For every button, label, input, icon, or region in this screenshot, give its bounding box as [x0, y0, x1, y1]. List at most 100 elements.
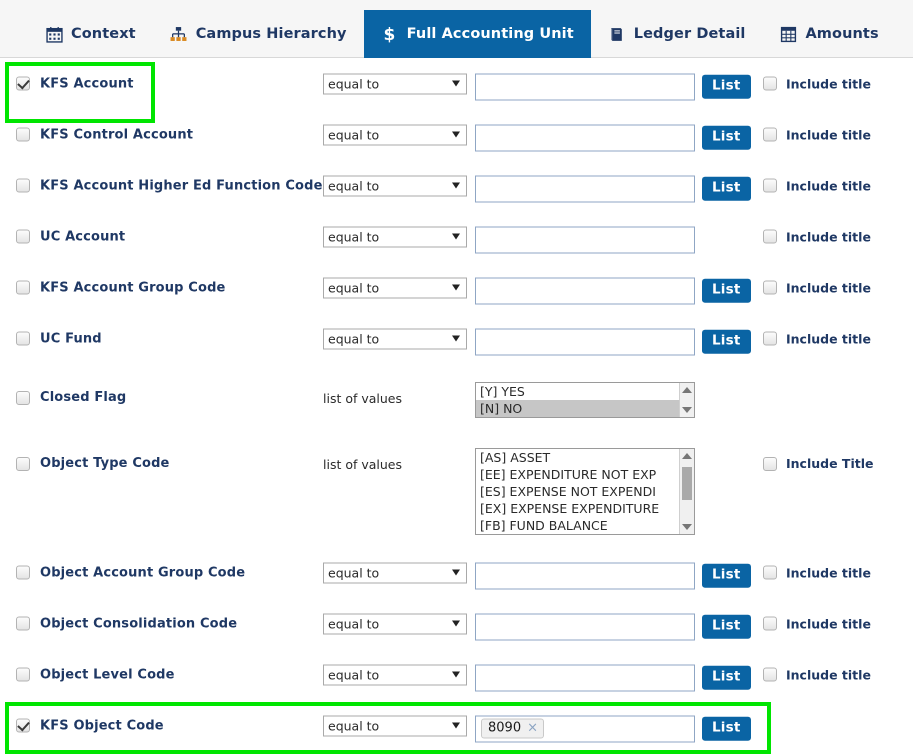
- operator-cell: equal to: [323, 562, 467, 583]
- list-button-object-account-group-code[interactable]: List: [702, 563, 751, 588]
- operator-select-uc-fund[interactable]: equal to: [323, 328, 467, 349]
- value-input-object-account-group-code[interactable]: [475, 562, 695, 589]
- scroll-up-arrow-icon[interactable]: [682, 453, 692, 459]
- checkbox-kfs-account-group-code[interactable]: [16, 280, 30, 295]
- value-input-kfs-object-code[interactable]: 8090 ×: [475, 715, 695, 742]
- chevron-down-icon: [452, 131, 460, 138]
- listbox-object-type-code[interactable]: [AS] ASSET [EE] EXPENDITURE NOT EXP [ES] E…: [475, 448, 695, 535]
- value-input-object-consolidation-code[interactable]: [475, 613, 695, 640]
- listbox-option[interactable]: [N] NO: [476, 400, 694, 417]
- include-title-cell: Include title: [763, 127, 871, 142]
- value-input-uc-fund[interactable]: [475, 328, 695, 355]
- listbox-closed-flag[interactable]: [Y] YES [N] NO: [475, 382, 695, 418]
- tab-ledger-detail[interactable]: Ledger Detail: [591, 10, 763, 58]
- operator-value: equal to: [328, 331, 380, 346]
- criteria-toggle-cell: UC Account: [16, 229, 125, 244]
- value-input-kfs-account-higher-ed-function-code[interactable]: [475, 175, 695, 202]
- include-title-checkbox-object-type-code[interactable]: [763, 456, 777, 471]
- operator-select-object-consolidation-code[interactable]: equal to: [323, 613, 467, 634]
- include-title-checkbox-kfs-account[interactable]: [763, 76, 777, 91]
- list-button-uc-fund[interactable]: List: [702, 329, 751, 354]
- include-title-cell: Include title: [763, 331, 871, 346]
- checkbox-object-level-code[interactable]: [16, 667, 30, 682]
- scrollbar-thumb[interactable]: [682, 467, 692, 500]
- list-button-kfs-account-group-code[interactable]: List: [702, 278, 751, 303]
- listbox-option[interactable]: [AS] ASSET: [476, 449, 694, 466]
- include-title-checkbox-kfs-account-higher-ed-function-code[interactable]: [763, 178, 777, 193]
- operator-select-uc-account[interactable]: equal to: [323, 226, 467, 247]
- listbox-scrollbar[interactable]: [679, 449, 694, 534]
- chip-remove-icon[interactable]: ×: [527, 722, 538, 735]
- label-closed-flag: Closed Flag: [40, 390, 127, 405]
- include-title-cell: Include title: [763, 565, 871, 580]
- list-button-kfs-account-higher-ed-function-code[interactable]: List: [702, 176, 751, 201]
- include-title-cell: Include title: [763, 76, 871, 91]
- value-cell: [475, 562, 695, 589]
- criteria-row-next-row-partial: equal to: [0, 751, 913, 756]
- include-title-checkbox-object-level-code[interactable]: [763, 667, 777, 682]
- list-button-object-level-code[interactable]: List: [702, 665, 751, 690]
- tab-full-accounting-unit[interactable]: $ Full Accounting Unit: [363, 10, 591, 58]
- scroll-down-arrow-icon[interactable]: [682, 524, 692, 530]
- listbox-option[interactable]: [FB] FUND BALANCE: [476, 517, 694, 534]
- listbox-option[interactable]: [EX] EXPENSE EXPENDITURE: [476, 500, 694, 517]
- include-title-label: Include title: [786, 127, 871, 142]
- checkbox-uc-account[interactable]: [16, 229, 30, 244]
- operator-select-kfs-control-account[interactable]: equal to: [323, 124, 467, 145]
- checkbox-kfs-account-higher-ed-function-code[interactable]: [16, 178, 30, 193]
- value-input-uc-account[interactable]: [475, 226, 695, 253]
- listbox-option[interactable]: [Y] YES: [476, 383, 694, 400]
- operator-select-kfs-account[interactable]: equal to: [323, 73, 467, 94]
- scroll-up-arrow-icon[interactable]: [682, 387, 692, 393]
- criteria-row-object-type-code: Object Type Code list of values [AS] ASSET…: [0, 430, 913, 547]
- operator-select-kfs-object-code[interactable]: equal to: [323, 715, 467, 736]
- checkbox-uc-fund[interactable]: [16, 331, 30, 346]
- operator-cell: equal to: [323, 73, 467, 94]
- checkbox-object-type-code[interactable]: [16, 456, 30, 471]
- operator-select-object-level-code[interactable]: equal to: [323, 664, 467, 685]
- tab-campus-hierarchy[interactable]: Campus Hierarchy: [153, 10, 364, 58]
- operator-select-kfs-account-group-code[interactable]: equal to: [323, 277, 467, 298]
- label-uc-account: UC Account: [40, 229, 126, 244]
- include-title-checkbox-kfs-account-group-code[interactable]: [763, 280, 777, 295]
- include-title-checkbox-object-account-group-code[interactable]: [763, 565, 777, 580]
- include-title-checkbox-object-consolidation-code[interactable]: [763, 616, 777, 631]
- include-title-checkbox-uc-account[interactable]: [763, 229, 777, 244]
- value-input-kfs-control-account[interactable]: [475, 124, 695, 151]
- listbox-scrollbar[interactable]: [679, 383, 694, 417]
- checkbox-kfs-control-account[interactable]: [16, 127, 30, 142]
- checkbox-closed-flag[interactable]: [16, 390, 30, 405]
- criteria-row-object-consolidation-code: Object Consolidation Code equal to List Inc…: [0, 598, 913, 649]
- svg-text:$: $: [384, 25, 396, 43]
- criteria-row-kfs-control-account: KFS Control Account equal to List Include t…: [0, 109, 913, 160]
- value-input-kfs-account[interactable]: [475, 73, 695, 100]
- list-button-object-consolidation-code[interactable]: List: [702, 614, 751, 639]
- listbox-option[interactable]: [EE] EXPENDITURE NOT EXP: [476, 466, 694, 483]
- criteria-toggle-cell: Object Account Group Code: [16, 565, 245, 580]
- value-chip[interactable]: 8090 ×: [481, 718, 544, 739]
- include-title-checkbox-kfs-control-account[interactable]: [763, 127, 777, 142]
- tab-amounts[interactable]: Amounts: [762, 10, 895, 58]
- checkbox-kfs-account[interactable]: [16, 76, 30, 91]
- value-cell: [475, 124, 695, 151]
- scroll-down-arrow-icon[interactable]: [682, 407, 692, 413]
- criteria-row-uc-fund: UC Fund equal to List Include title: [0, 313, 913, 364]
- listbox-option[interactable]: [ES] EXPENSE NOT EXPENDI: [476, 483, 694, 500]
- criteria-toggle-cell: KFS Account Group Code: [16, 280, 226, 295]
- operator-select-object-account-group-code[interactable]: equal to: [323, 562, 467, 583]
- operator-cell: equal to: [323, 226, 467, 247]
- include-title-checkbox-uc-fund[interactable]: [763, 331, 777, 346]
- checkbox-object-consolidation-code[interactable]: [16, 616, 30, 631]
- criteria-toggle-cell: KFS Account: [16, 76, 134, 91]
- include-title-label: Include title: [786, 280, 871, 295]
- value-input-object-level-code[interactable]: [475, 664, 695, 691]
- list-button-kfs-object-code[interactable]: List: [702, 716, 751, 741]
- list-button-kfs-control-account[interactable]: List: [702, 125, 751, 150]
- operator-select-kfs-account-higher-ed-function-code[interactable]: equal to: [323, 175, 467, 196]
- tab-context[interactable]: Context: [28, 10, 153, 58]
- checkbox-object-account-group-code[interactable]: [16, 565, 30, 580]
- include-title-label: Include title: [786, 616, 871, 631]
- value-input-kfs-account-group-code[interactable]: [475, 277, 695, 304]
- list-button-kfs-account[interactable]: List: [702, 74, 751, 99]
- checkbox-kfs-object-code[interactable]: [16, 718, 30, 733]
